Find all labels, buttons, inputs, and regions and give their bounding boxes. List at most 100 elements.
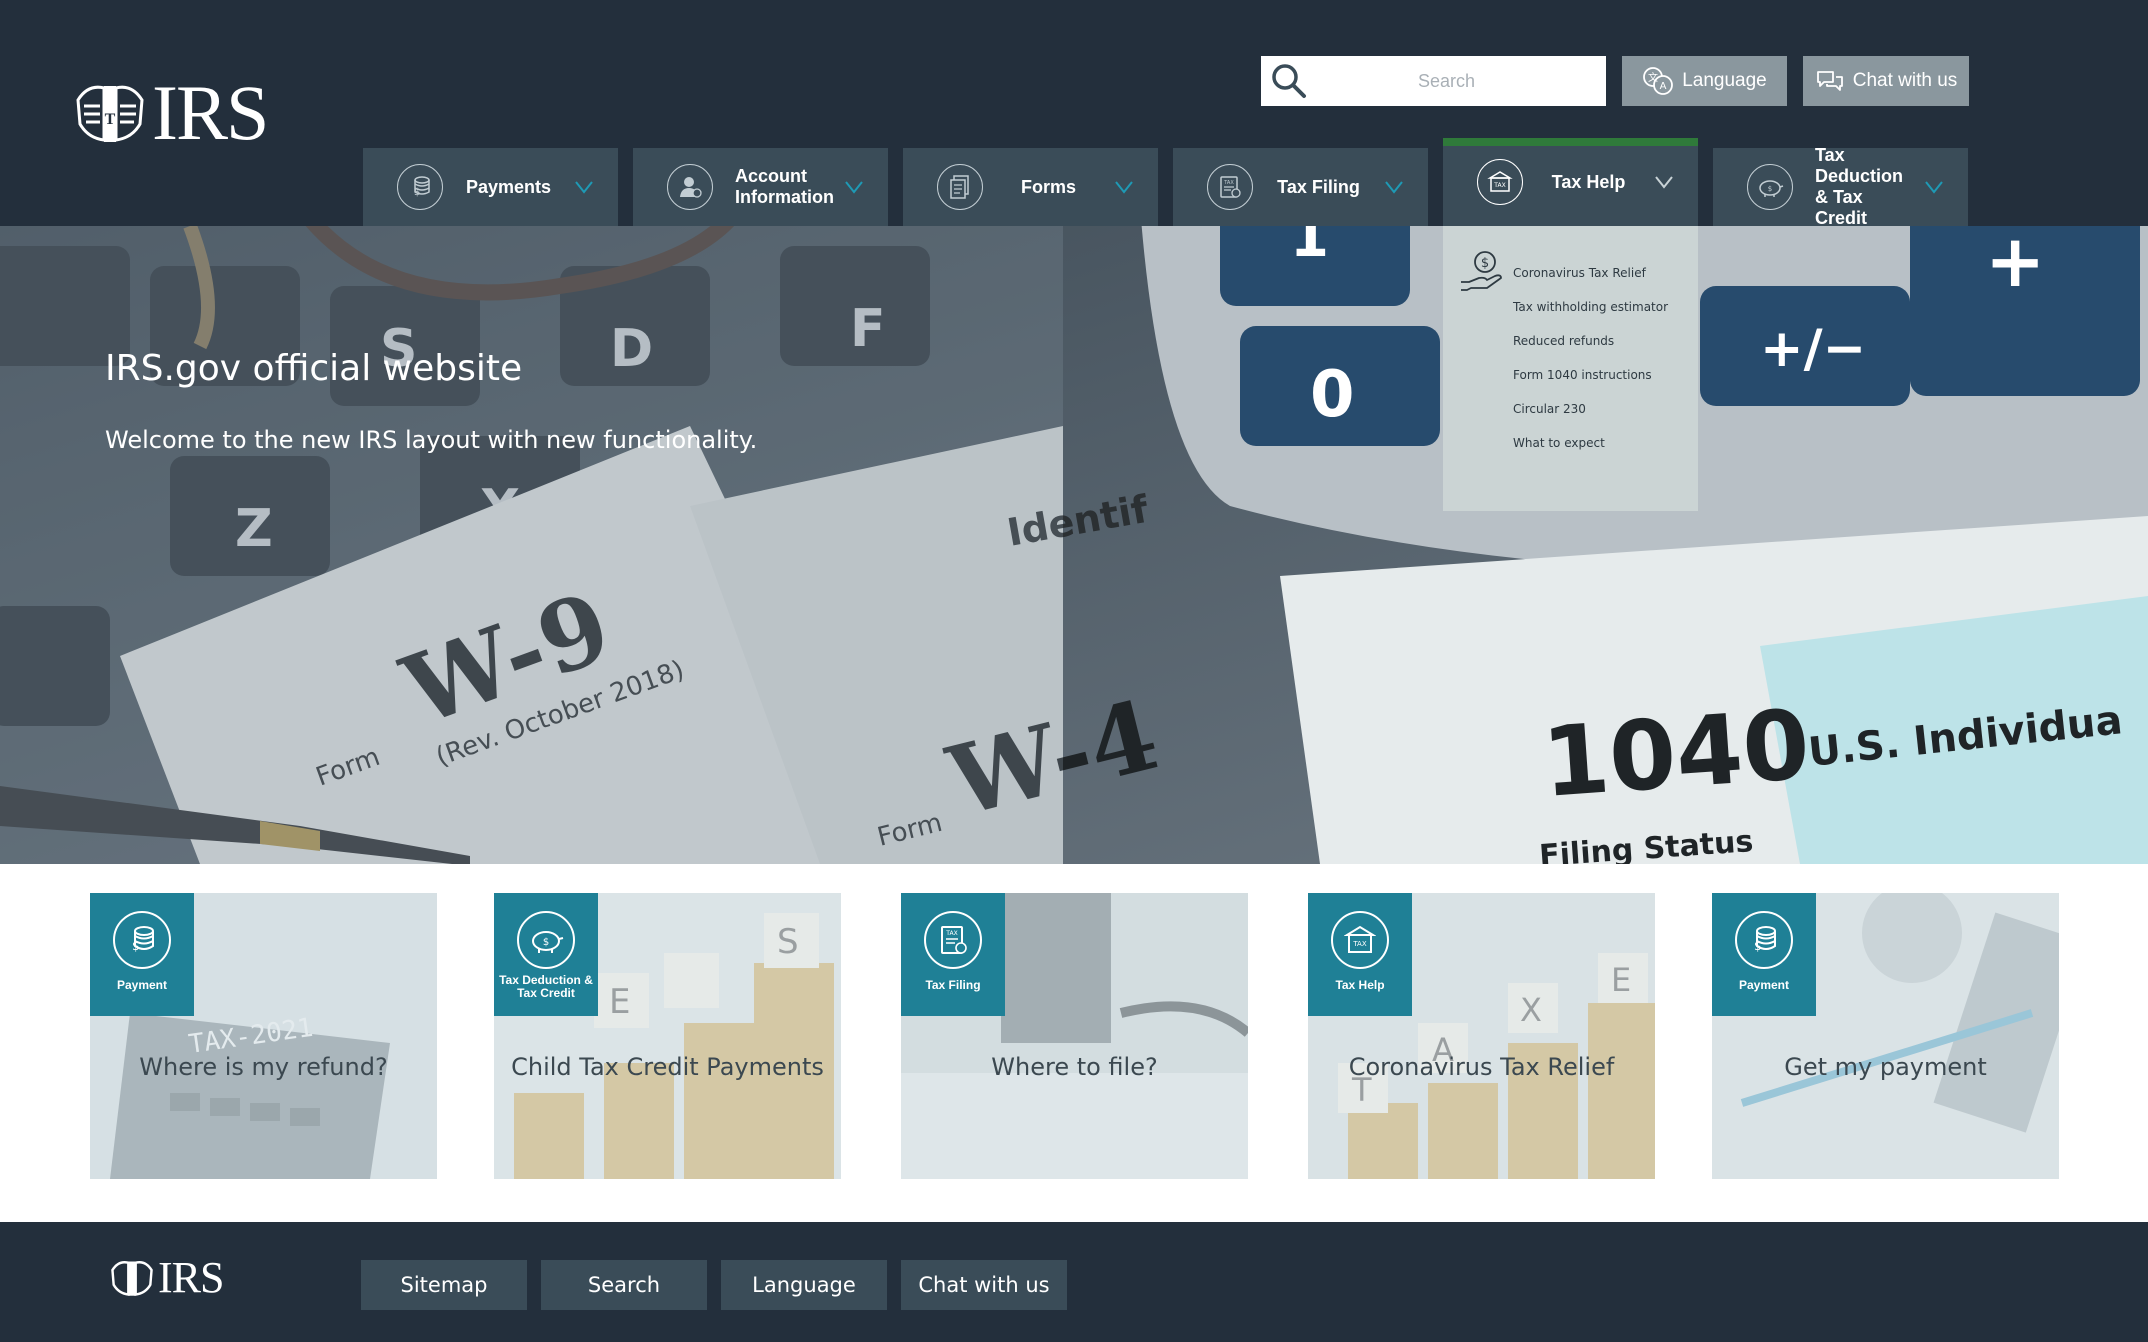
eagle-icon: T [76,85,144,142]
chat-label: Chat with us [1852,70,1958,91]
language-button[interactable]: 文 A Language [1622,56,1787,106]
chevron-down-icon [1374,180,1414,194]
coins-icon: $ [397,164,443,210]
card-badge: TAX Tax Help [1308,893,1412,1016]
svg-text:TAX: TAX [1493,182,1505,189]
hand-dollar-icon: $ [1461,251,1502,291]
footer-sitemap-button[interactable]: Sitemap [361,1260,527,1310]
chevron-down-icon [834,180,874,194]
nav-label: Tax Deduction & Tax Credit [1815,145,1903,228]
tax-form-icon: TAX [1207,164,1253,210]
footer-chat-button[interactable]: Chat with us [901,1260,1067,1310]
svg-text:1: 1 [1290,226,1329,270]
hero-overlay [0,226,1063,864]
svg-text:+: + [1985,226,2045,303]
nav-payments[interactable]: $ Payments [363,148,618,226]
nav-forms[interactable]: Forms [903,148,1158,226]
nav-tax-filing[interactable]: TAX Tax Filing [1173,148,1428,226]
piggy-bank-icon: $ [1747,164,1793,210]
dropdown-item[interactable]: Coronavirus Tax Relief [1513,264,1668,298]
nav-tax-help[interactable]: TAX Tax Help [1443,138,1698,226]
svg-text:T: T [105,111,116,128]
card-title: Child Tax Credit Payments [511,1053,824,1081]
card-badge: $ Payment [90,893,194,1016]
badge-label: Payment [1738,978,1790,992]
svg-text:+/−: +/− [1760,319,1866,379]
svg-text:0: 0 [1310,358,1355,432]
dropdown-list: Coronavirus Tax Relief Tax withholding e… [1513,264,1668,468]
footer-logo-text: IRS [158,1253,224,1302]
chevron-down-icon [1104,180,1144,194]
card-coronavirus-tax-relief[interactable]: TAXE TAX Tax Help Coronavirus Tax Relief [1308,893,1655,1179]
badge-label: Tax Help [1335,978,1385,992]
badge-label: Tax Filing [925,978,981,992]
nav-label: Account Information [735,166,834,207]
search-icon[interactable] [1261,56,1317,106]
chevron-down-icon [564,180,604,194]
badge-label: Payment [116,978,168,992]
tax-form-icon: TAX [924,911,982,969]
nav-account-information[interactable]: Account Information [633,148,888,226]
badge-label: Tax Deduction & Tax Credit [499,973,593,1000]
language-label: Language [1682,70,1767,91]
card-badge: $ Tax Deduction & Tax Credit [494,893,598,1016]
nav-label: Tax Filing [1277,176,1360,197]
card-badge: $ Payment [1712,893,1816,1016]
card-child-tax-credit-payments[interactable]: ES $ Tax Deduction & Tax Credit Child Ta… [494,893,841,1179]
building-icon: TAX [1331,911,1389,969]
hero-subtitle: Welcome to the new IRS layout with new f… [105,426,758,454]
svg-text:$: $ [543,937,549,948]
building-icon: TAX [1477,159,1523,205]
nav-label: Payments [465,176,552,197]
chat-icon [1816,71,1843,91]
chat-button[interactable]: Chat with us [1803,56,1969,106]
footer-language-button[interactable]: Language [721,1260,887,1310]
irs-logo[interactable]: T IRS [74,69,269,156]
piggy-bank-icon: $ [517,911,575,969]
chevron-down-icon [1914,180,1954,194]
search-input[interactable] [1317,56,1606,106]
svg-text:TAX: TAX [945,930,957,937]
svg-text:$: $ [1481,256,1489,271]
translate-icon: 文 A [1643,67,1674,95]
nav-label: Forms [1020,176,1076,197]
dropdown-item[interactable]: Tax withholding estimator [1513,298,1668,332]
card-get-my-payment[interactable]: $ Payment Get my payment [1712,893,2059,1179]
dropdown-item[interactable]: Reduced refunds [1513,332,1668,366]
svg-text:TAX: TAX [1223,180,1234,186]
dropdown-item[interactable]: Form 1040 instructions [1513,366,1668,400]
svg-text:$: $ [1754,939,1762,953]
user-icon [667,164,713,210]
svg-text:文: 文 [1648,71,1658,84]
card-title: Where is my refund? [139,1053,388,1081]
nav-tax-deduction[interactable]: $ Tax Deduction & Tax Credit [1713,145,1968,228]
card-where-is-my-refund[interactable]: TAX-2021 $ Payment Where is my refund? [90,893,437,1179]
svg-text:A: A [1660,81,1667,92]
document-icon [937,164,983,210]
footer-search-button[interactable]: Search [541,1260,707,1310]
hero-banner: SDF ZX W-9 W-4 Form (Rev. October 2018) … [0,226,2148,864]
svg-text:$: $ [132,939,140,953]
hero-title: IRS.gov official website [105,348,523,389]
svg-text:$: $ [414,187,420,198]
eagle-icon [111,1261,153,1296]
svg-text:1040: 1040 [1539,689,1813,819]
card-badge: TAX Tax Filing [901,893,1005,1016]
coins-icon: $ [1735,911,1793,969]
svg-text:$: $ [1768,185,1772,193]
nav-label: Tax Help [1551,171,1626,192]
footer-logo[interactable]: IRS [110,1253,224,1302]
dropdown-item[interactable]: Circular 230 [1513,400,1668,434]
card-title: Coronavirus Tax Relief [1348,1053,1615,1081]
svg-text:TAX: TAX [1352,940,1367,948]
card-title: Get my payment [1784,1053,1987,1081]
dropdown-item[interactable]: What to expect [1513,434,1668,468]
site-footer: IRS Sitemap Search Language Chat with us [0,1222,2148,1342]
card-where-to-file[interactable]: TAX Tax Filing Where to file? [901,893,1248,1179]
search-box [1261,56,1606,106]
coins-icon: $ [113,911,171,969]
card-title: Where to file? [991,1053,1158,1081]
logo-text: IRS [152,69,269,156]
chevron-down-icon [1644,175,1684,189]
tax-help-dropdown: $ Coronavirus Tax Relief Tax withholding… [1443,226,1698,511]
